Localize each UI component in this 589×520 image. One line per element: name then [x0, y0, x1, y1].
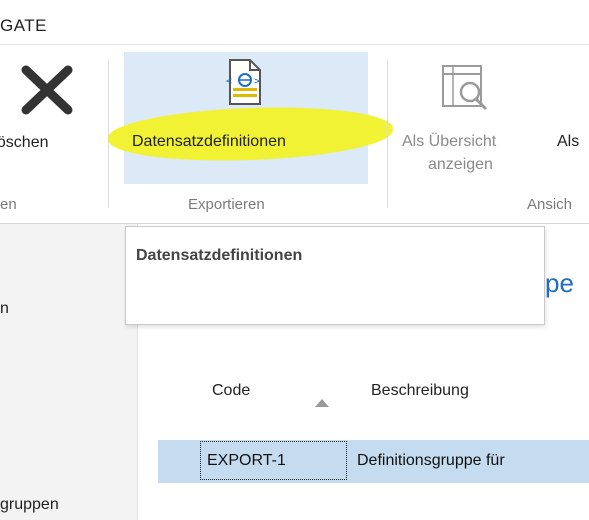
code-cell[interactable]: EXPORT-1 — [207, 452, 286, 470]
description-cell[interactable]: Definitionsgruppe für — [357, 452, 505, 470]
navigation-pane: n gruppen — [0, 224, 138, 520]
group-label-actions: en — [0, 196, 17, 213]
datensatzdefinitionen-label: Datensatzdefinitionen — [132, 133, 286, 150]
tooltip-title: Datensatzdefinitionen — [136, 247, 303, 264]
sort-ascending-icon — [315, 399, 329, 407]
delete-button[interactable]: Löschen — [0, 52, 108, 184]
svg-text:<: < — [226, 76, 232, 87]
als-button[interactable]: Als — [557, 133, 579, 151]
column-header-description[interactable]: Beschreibung — [371, 382, 469, 400]
xml-document-icon: < > — [226, 59, 261, 105]
ribbon-separator — [387, 60, 388, 208]
svg-text:>: > — [254, 76, 260, 87]
overview-icon — [442, 65, 488, 111]
delete-icon — [21, 65, 73, 115]
nav-item-top[interactable]: n — [0, 300, 9, 318]
show-as-overview-label-2: anzeigen — [428, 156, 493, 173]
tooltip: Datensatzdefinitionen — [125, 226, 545, 325]
group-label-view: Ansich — [527, 196, 573, 213]
window-title-bar: GATE — [0, 0, 589, 45]
window-title: GATE — [0, 16, 48, 35]
nav-item-groups[interactable]: gruppen — [0, 496, 59, 514]
page-title: pe — [545, 268, 574, 298]
show-as-overview-label-1: Als Übersicht — [402, 133, 497, 150]
column-header-code[interactable]: Code — [212, 382, 250, 400]
show-as-overview-button[interactable]: Als Übersicht anzeigen — [396, 52, 552, 184]
group-label-export: Exportieren — [188, 196, 265, 213]
delete-label: Löschen — [0, 134, 49, 151]
